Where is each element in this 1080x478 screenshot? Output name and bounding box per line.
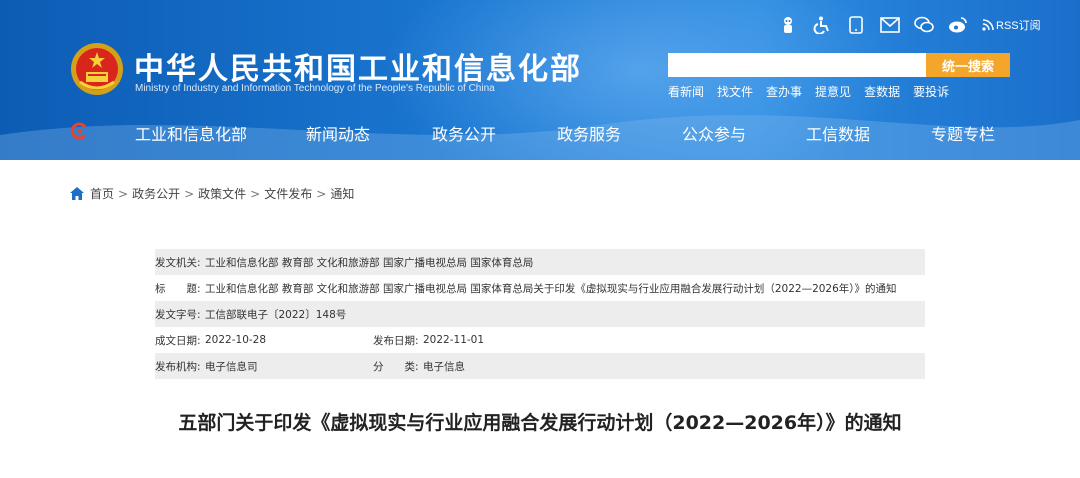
national-emblem-icon xyxy=(71,43,123,95)
breadcrumb: 首页 > 政务公开 > 政策文件 > 文件发布 > 通知 xyxy=(70,185,354,202)
quick-link-services[interactable]: 查办事 xyxy=(766,83,802,100)
site-header: 中华人民共和国工业和信息化部 Ministry of Industry and … xyxy=(0,0,1080,160)
meta-created-label: 成文日期: xyxy=(155,334,201,347)
nav-item-gov-services[interactable]: 政务服务 xyxy=(557,121,621,145)
nav-item-gov-info[interactable]: 政务公开 xyxy=(432,121,496,145)
breadcrumb-separator: > xyxy=(118,186,129,201)
meta-row-doc-no: 发文字号: 工信部联电子〔2022〕148号 xyxy=(155,301,925,327)
quick-links: 看新闻 找文件 查办事 提意见 查数据 要投诉 xyxy=(668,83,949,100)
mail-icon[interactable] xyxy=(880,15,900,35)
breadcrumb-separator: > xyxy=(316,186,327,201)
nav-home-logo-icon[interactable] xyxy=(70,122,88,140)
meta-category-value: 电子信息 xyxy=(423,360,465,373)
rss-link[interactable]: RSS订阅 xyxy=(982,17,1041,33)
accessibility-icon[interactable] xyxy=(812,15,832,35)
breadcrumb-home[interactable]: 首页 xyxy=(90,185,114,202)
breadcrumb-notice[interactable]: 通知 xyxy=(330,185,354,202)
quick-link-data[interactable]: 查数据 xyxy=(864,83,900,100)
document-meta-table: 发文机关: 工业和信息化部 教育部 文化和旅游部 国家广播电视总局 国家体育总局… xyxy=(155,249,925,379)
meta-doc-no-label: 发文字号: xyxy=(155,308,201,321)
meta-published-value: 2022-11-01 xyxy=(423,334,485,346)
quick-link-feedback[interactable]: 提意见 xyxy=(815,83,851,100)
document-title: 五部门关于印发《虚拟现实与行业应用融合发展行动计划（2022—2026年）》的通… xyxy=(178,412,902,434)
meta-published-label: 发布日期: xyxy=(373,334,419,347)
main-nav: 工业和信息化部 新闻动态 政务公开 政务服务 公众参与 工信数据 专题专栏 xyxy=(0,114,1080,148)
nav-item-news[interactable]: 新闻动态 xyxy=(306,121,370,145)
search-button[interactable]: 统一搜索 xyxy=(926,53,1010,77)
meta-org-value: 电子信息司 xyxy=(205,360,258,373)
meta-row-issuer: 发文机关: 工业和信息化部 教育部 文化和旅游部 国家广播电视总局 国家体育总局 xyxy=(155,249,925,275)
meta-created-value: 2022-10-28 xyxy=(205,334,267,346)
weibo-icon[interactable] xyxy=(948,15,968,35)
nav-item-public[interactable]: 公众参与 xyxy=(682,121,746,145)
quick-link-files[interactable]: 找文件 xyxy=(717,83,753,100)
header-toolbar: RSS订阅 xyxy=(778,15,1041,35)
meta-title-label: 标 题: xyxy=(155,282,201,295)
breadcrumb-doc-release[interactable]: 文件发布 xyxy=(264,185,312,202)
meta-doc-no-value: 工信部联电子〔2022〕148号 xyxy=(205,308,347,321)
breadcrumb-separator: > xyxy=(250,186,261,201)
meta-issuer-label: 发文机关: xyxy=(155,256,201,269)
mascot-icon[interactable] xyxy=(778,15,798,35)
home-icon[interactable] xyxy=(70,187,84,200)
meta-issuer-value: 工业和信息化部 教育部 文化和旅游部 国家广播电视总局 国家体育总局 xyxy=(205,256,534,269)
breadcrumb-separator: > xyxy=(184,186,195,201)
breadcrumb-gov-info[interactable]: 政务公开 xyxy=(132,185,180,202)
meta-row-org: 发布机构: 电子信息司 分 类: 电子信息 xyxy=(155,353,925,379)
meta-category-label: 分 类: xyxy=(373,360,419,373)
mobile-icon[interactable] xyxy=(846,15,866,35)
rss-label: RSS订阅 xyxy=(996,20,1041,32)
meta-row-title: 标 题: 工业和信息化部 教育部 文化和旅游部 国家广播电视总局 国家体育总局关… xyxy=(155,275,925,301)
meta-title-value: 工业和信息化部 教育部 文化和旅游部 国家广播电视总局 国家体育总局关于印发《虚… xyxy=(205,282,897,295)
wechat-icon[interactable] xyxy=(914,15,934,35)
nav-item-data[interactable]: 工信数据 xyxy=(806,121,870,145)
quick-link-complaint[interactable]: 要投诉 xyxy=(913,83,949,100)
search-input[interactable] xyxy=(668,53,926,77)
quick-link-news[interactable]: 看新闻 xyxy=(668,83,704,100)
meta-row-dates: 成文日期: 2022-10-28 发布日期: 2022-11-01 xyxy=(155,327,925,353)
nav-item-miit[interactable]: 工业和信息化部 xyxy=(135,121,247,145)
rss-icon xyxy=(982,19,994,31)
breadcrumb-policy-docs[interactable]: 政策文件 xyxy=(198,185,246,202)
meta-org-label: 发布机构: xyxy=(155,360,201,373)
site-subtitle: Ministry of Industry and Information Tec… xyxy=(135,83,495,94)
nav-item-topics[interactable]: 专题专栏 xyxy=(931,121,995,145)
site-title: 中华人民共和国工业和信息化部 xyxy=(134,52,582,87)
